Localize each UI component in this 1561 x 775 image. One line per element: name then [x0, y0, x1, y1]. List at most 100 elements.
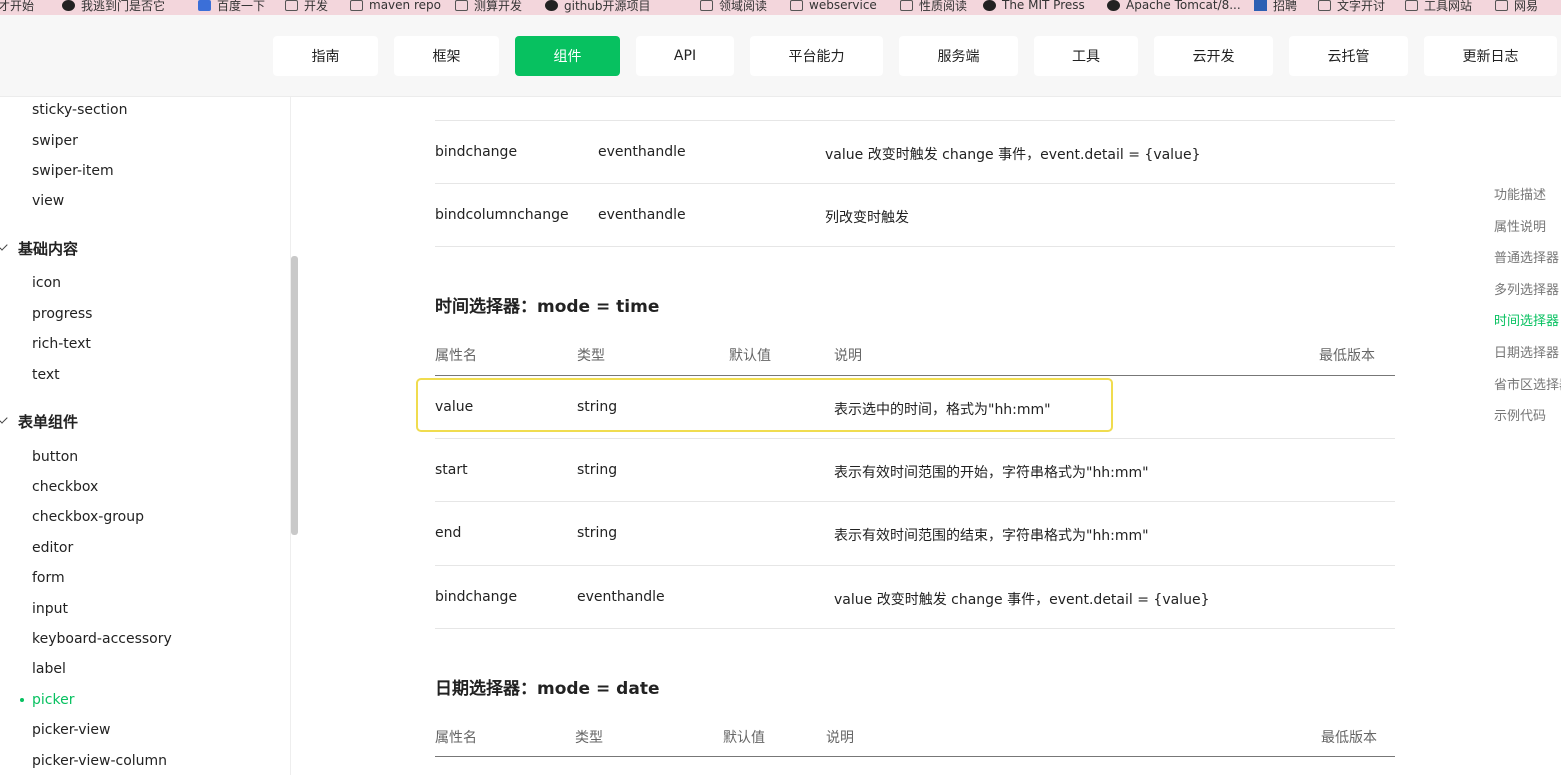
- section-title-date: 日期选择器：mode = date: [435, 679, 660, 699]
- bookmark-11[interactable]: Apache Tomcat/8...: [1107, 0, 1241, 13]
- time-row-desc: 表示有效时间范围的结束，字符串格式为"hh:mm": [834, 528, 1149, 544]
- bookmark-label: 开发: [304, 0, 329, 13]
- bookmark-13[interactable]: 文字开讨: [1318, 0, 1385, 13]
- sidebar-item-button[interactable]: button: [32, 447, 78, 467]
- row-divider: [435, 565, 1395, 566]
- sidebar-item-form[interactable]: form: [32, 568, 65, 588]
- folder-icon: [285, 0, 298, 11]
- toc-item-multi-picker[interactable]: 多列选择器: [1494, 279, 1559, 298]
- row-divider: [435, 120, 1395, 121]
- toc-item-normal-picker[interactable]: 普通选择器: [1494, 247, 1559, 266]
- sidebar-item-text[interactable]: text: [32, 365, 60, 385]
- nav-platform[interactable]: 平台能力: [750, 36, 883, 76]
- prev-row-name: bindcolumnchange: [435, 207, 569, 223]
- nav-cloud-hosting[interactable]: 云托管: [1289, 36, 1408, 76]
- bookmark-6[interactable]: github开源项目: [545, 0, 651, 13]
- bookmark-2[interactable]: 百度一下: [198, 0, 265, 13]
- bookmark-label: maven repo: [369, 0, 441, 12]
- time-row-type: eventhandle: [577, 589, 665, 605]
- nav-cloud-dev[interactable]: 云开发: [1154, 36, 1273, 76]
- nav-api[interactable]: API: [636, 36, 734, 76]
- sidebar-item-sticky-section[interactable]: sticky-section: [32, 100, 128, 120]
- bookmark-9[interactable]: 性质阅读: [900, 0, 967, 13]
- sidebar-item-rich-text[interactable]: rich-text: [32, 334, 91, 354]
- baidu-icon: [198, 0, 211, 11]
- active-dot-icon: [20, 698, 24, 702]
- highlight-box: [416, 378, 1113, 432]
- sidebar-scrollbar[interactable]: [291, 256, 298, 535]
- time-row-name: end: [435, 525, 462, 541]
- bookmark-10[interactable]: The MIT Press: [983, 0, 1085, 13]
- tomcat-icon: [1107, 0, 1120, 11]
- folder-icon: [1495, 0, 1508, 11]
- bookmark-5[interactable]: 测算开发: [455, 0, 522, 13]
- bookmark-label: 招聘: [1273, 0, 1298, 13]
- prev-row-desc: value 改变时触发 change 事件，event.detail = {va…: [825, 147, 1201, 163]
- chevron-down-icon: [0, 412, 8, 424]
- sidebar-item-editor[interactable]: editor: [32, 538, 73, 558]
- header-version: 最低版本: [1319, 348, 1375, 364]
- sidebar-item-icon[interactable]: icon: [32, 273, 61, 293]
- bookmark-label: The MIT Press: [1002, 0, 1085, 12]
- row-divider: [435, 501, 1395, 502]
- prev-row-desc: 列改变时触发: [825, 210, 909, 226]
- header-desc: 说明: [826, 730, 854, 746]
- bookmark-1[interactable]: 我逃到门是否它: [62, 0, 165, 13]
- prev-row-type: eventhandle: [598, 207, 686, 223]
- row-divider: [435, 246, 1395, 247]
- sidebar-item-progress[interactable]: progress: [32, 304, 92, 324]
- nav-guide[interactable]: 指南: [273, 36, 378, 76]
- sidebar-item-picker[interactable]: picker: [20, 690, 74, 710]
- bookmark-15[interactable]: 网易: [1495, 0, 1538, 13]
- sidebar-item-input[interactable]: input: [32, 599, 68, 619]
- folder-icon: [455, 0, 468, 11]
- sidebar-item-swiper-item[interactable]: swiper-item: [32, 161, 114, 181]
- toc-item-region-picker[interactable]: 省市区选择器: [1494, 374, 1561, 393]
- bookmark-14[interactable]: 工具网站: [1405, 0, 1472, 13]
- bookmark-label: 网易: [1514, 0, 1539, 13]
- sidebar-item-checkbox-group[interactable]: checkbox-group: [32, 507, 144, 527]
- toc-item-example-code[interactable]: 示例代码: [1494, 405, 1546, 424]
- nav-framework[interactable]: 框架: [394, 36, 499, 76]
- bookmark-label: github开源项目: [564, 0, 651, 13]
- toc-item-time-picker[interactable]: 时间选择器: [1494, 310, 1559, 329]
- bookmark-8[interactable]: webservice: [790, 0, 877, 13]
- top-nav: 指南 框架 组件 API 平台能力 服务端 工具 云开发 云托管 更新日志: [0, 15, 1561, 97]
- nav-server[interactable]: 服务端: [899, 36, 1018, 76]
- sidebar-item-view[interactable]: view: [32, 191, 64, 211]
- time-row-name: bindchange: [435, 589, 518, 605]
- bookmark-4[interactable]: maven repo: [350, 0, 441, 13]
- prev-row-name: bindchange: [435, 144, 518, 160]
- nav-components[interactable]: 组件: [515, 36, 620, 76]
- header-default: 默认值: [723, 730, 765, 746]
- bookmark-7[interactable]: 领域阅读: [700, 0, 767, 13]
- sidebar-item-checkbox[interactable]: checkbox: [32, 477, 98, 497]
- sidebar-item-picker-view-column[interactable]: picker-view-column: [32, 751, 167, 771]
- sidebar-group-form[interactable]: 表单组件: [0, 411, 79, 433]
- toc-item-date-picker[interactable]: 日期选择器: [1494, 342, 1559, 361]
- sidebar-group-basic[interactable]: 基础内容: [0, 238, 78, 260]
- header-type: 类型: [577, 348, 605, 364]
- sidebar-item-swiper[interactable]: swiper: [32, 131, 78, 151]
- sidebar-item-keyboard-accessory[interactable]: keyboard-accessory: [32, 629, 172, 649]
- time-row-type: string: [577, 525, 618, 541]
- prev-row-type: eventhandle: [598, 144, 686, 160]
- folder-icon: [1318, 0, 1331, 11]
- bookmark-label: 百度一下: [217, 0, 266, 13]
- sidebar-item-label[interactable]: label: [32, 659, 66, 679]
- bookmark-0[interactable]: 才开始: [0, 0, 34, 13]
- time-row-desc: 表示有效时间范围的开始，字符串格式为"hh:mm": [834, 465, 1149, 481]
- nav-changelog[interactable]: 更新日志: [1424, 36, 1557, 76]
- bookmark-3[interactable]: 开发: [285, 0, 328, 13]
- header-default: 默认值: [729, 348, 771, 364]
- sidebar-item-picker-view[interactable]: picker-view: [32, 720, 110, 740]
- header-name: 属性名: [435, 348, 477, 364]
- sidebar-group-label: 表单组件: [18, 413, 79, 431]
- toc-item-attributes[interactable]: 属性说明: [1494, 216, 1546, 235]
- folder-icon: [700, 0, 713, 11]
- toc-item-description[interactable]: 功能描述: [1494, 184, 1546, 203]
- bookmarks-bar: 才开始 我逃到门是否它 百度一下 开发 maven repo 测算开发 gith…: [0, 0, 1561, 15]
- nav-tools[interactable]: 工具: [1034, 36, 1138, 76]
- bookmark-label: 我逃到门是否它: [81, 0, 166, 13]
- bookmark-12[interactable]: 招聘: [1254, 0, 1297, 13]
